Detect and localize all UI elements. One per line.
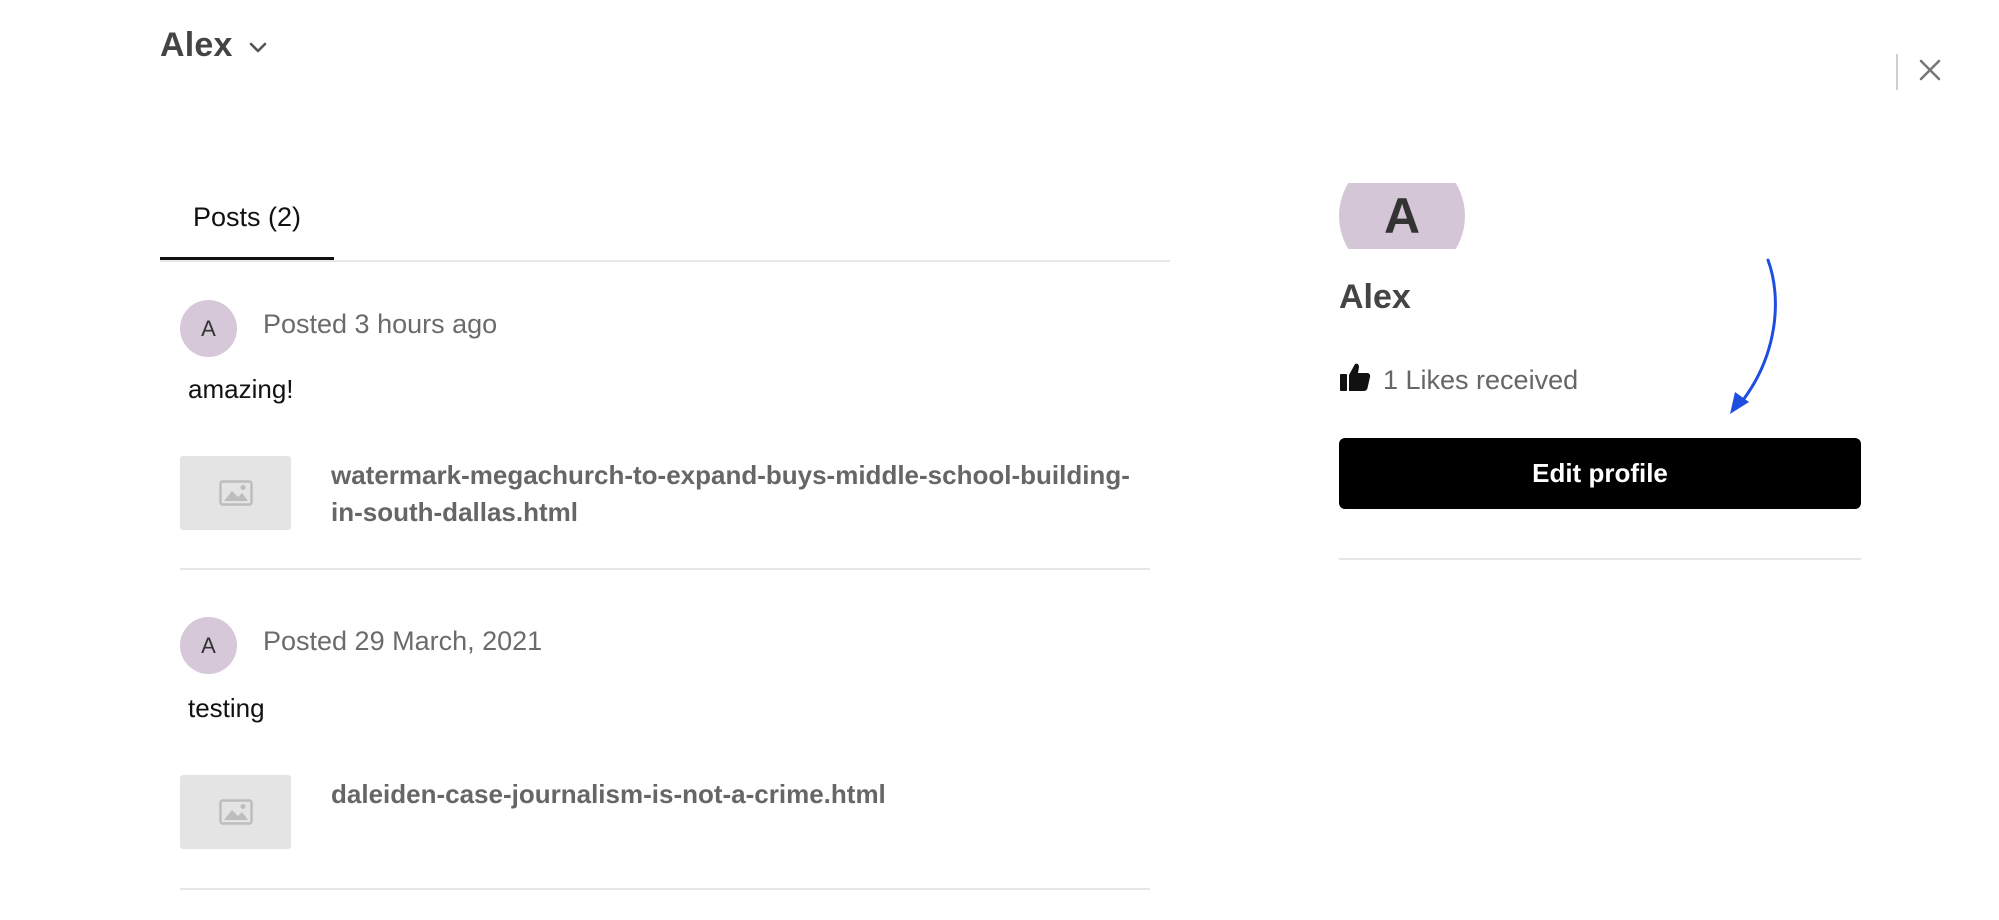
- profile-avatar-letter: A: [1383, 188, 1421, 244]
- post-timestamp: Posted 3 hours ago: [263, 309, 498, 339]
- post-divider: [180, 888, 1150, 890]
- attachment-title: daleiden-case-journalism-is-not-a-crime.…: [331, 779, 886, 809]
- header-user-name: Alex: [160, 26, 233, 64]
- image-placeholder-icon: [180, 456, 291, 530]
- profile-name: Alex: [1339, 278, 1411, 316]
- profile-avatar: A: [1339, 183, 1465, 249]
- post-avatar: A: [180, 300, 237, 357]
- post-text: amazing!: [188, 374, 294, 404]
- profile-tabs: Posts (2): [160, 188, 1170, 262]
- likes-text: 1 Likes received: [1383, 365, 1579, 395]
- chevron-down-icon: [247, 37, 269, 59]
- post-attachment-link[interactable]: watermark-megachurch-to-expand-buys-midd…: [180, 456, 1150, 531]
- post-timestamp: Posted 29 March, 2021: [263, 626, 543, 656]
- thumbs-up-icon: [1339, 362, 1371, 399]
- likes-received: 1 Likes received: [1339, 362, 1578, 399]
- close-divider: [1896, 54, 1898, 90]
- annotation-arrow-icon: [1730, 258, 1777, 414]
- post-attachment-link[interactable]: daleiden-case-journalism-is-not-a-crime.…: [180, 775, 1150, 849]
- post-divider: [180, 568, 1150, 570]
- attachment-title: watermark-megachurch-to-expand-buys-midd…: [331, 460, 1130, 527]
- user-menu-toggle[interactable]: Alex: [160, 26, 269, 65]
- panel-divider: [1339, 558, 1861, 560]
- image-placeholder-icon: [180, 775, 291, 849]
- close-button[interactable]: [1914, 56, 1946, 88]
- close-icon: [1918, 58, 1942, 87]
- post-avatar: A: [180, 617, 237, 674]
- edit-profile-button[interactable]: Edit profile: [1339, 438, 1861, 509]
- tab-posts[interactable]: Posts (2): [160, 188, 334, 260]
- post-text: testing: [188, 693, 265, 723]
